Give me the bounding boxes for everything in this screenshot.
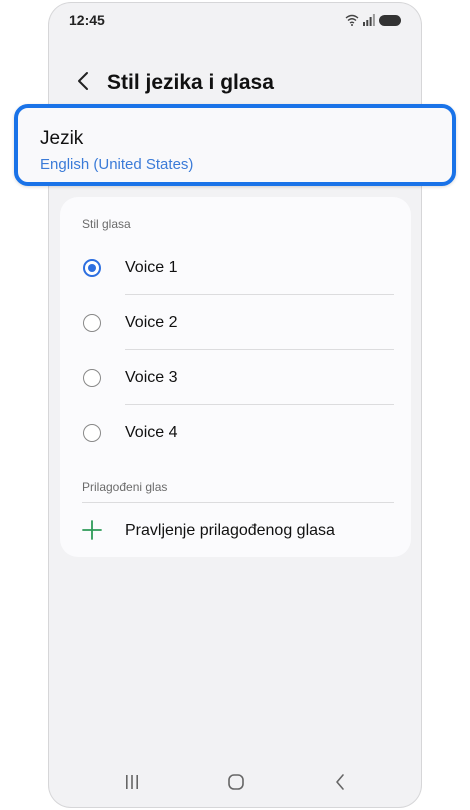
language-setting[interactable]: Jezik English (United States) xyxy=(14,104,456,186)
plus-icon xyxy=(82,520,102,540)
voice-option-label: Voice 4 xyxy=(125,423,178,441)
voice-option-label: Voice 3 xyxy=(125,368,178,386)
status-icons xyxy=(345,13,401,27)
app-header: Stil jezika i glasa xyxy=(49,59,421,107)
voice-style-card: Stil glasa Voice 1 Voice 2 Voice 3 Voice… xyxy=(60,197,411,557)
chevron-left-icon xyxy=(78,72,88,90)
radio-button[interactable] xyxy=(83,368,101,387)
back-nav-button[interactable] xyxy=(325,769,355,795)
voice-option-label: Voice 1 xyxy=(125,258,178,276)
create-custom-voice-button[interactable]: Pravljenje prilagođenog glasa xyxy=(60,510,411,554)
radio-button[interactable] xyxy=(83,423,101,442)
status-bar: 12:45 xyxy=(49,3,421,39)
radio-button-selected[interactable] xyxy=(83,258,101,277)
wifi-icon xyxy=(345,14,359,26)
page-title: Stil jezika i glasa xyxy=(107,71,274,94)
voice-option-3[interactable]: Voice 3 xyxy=(60,350,411,405)
recent-apps-button[interactable] xyxy=(117,769,147,795)
radio-button[interactable] xyxy=(83,313,101,332)
battery-icon xyxy=(379,14,401,26)
voice-option-label: Voice 2 xyxy=(125,313,178,331)
custom-voice-header: Prilagođeni glas xyxy=(82,480,168,494)
voice-option-2[interactable]: Voice 2 xyxy=(60,295,411,350)
home-icon xyxy=(228,774,244,790)
home-button[interactable] xyxy=(221,769,251,795)
voice-option-4[interactable]: Voice 4 xyxy=(60,405,411,460)
language-title: Jezik xyxy=(40,128,84,149)
signal-icon xyxy=(363,14,375,26)
status-time: 12:45 xyxy=(69,12,105,28)
voice-style-header: Stil glasa xyxy=(82,217,131,231)
navigation-bar xyxy=(49,759,421,807)
recent-apps-icon xyxy=(126,775,138,789)
create-custom-voice-label: Pravljenje prilagođenog glasa xyxy=(125,522,335,539)
language-value: English (United States) xyxy=(40,156,194,173)
divider xyxy=(82,502,394,503)
back-nav-icon xyxy=(336,774,344,790)
voice-option-1[interactable]: Voice 1 xyxy=(60,240,411,295)
back-button[interactable] xyxy=(73,67,93,95)
